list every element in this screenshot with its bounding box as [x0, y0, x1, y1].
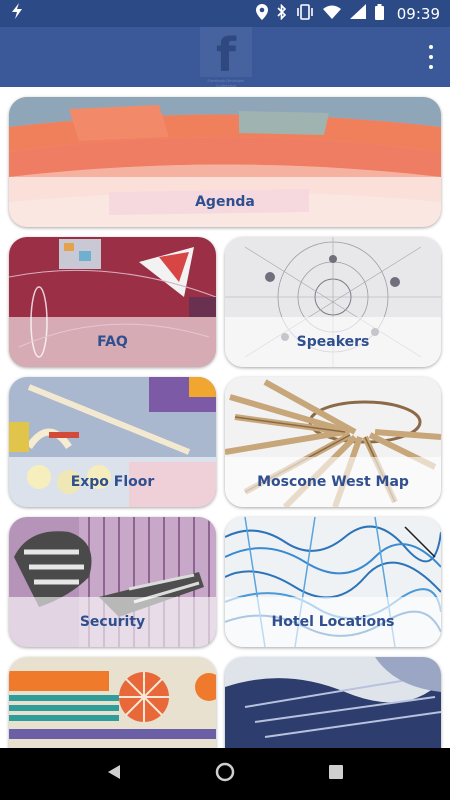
app-bar: f Facebook Developer Conference [0, 27, 450, 88]
tile-label: Agenda [195, 194, 255, 210]
tile-speakers[interactable]: Speakers [225, 237, 441, 367]
tile-hotel-locations[interactable]: Hotel Locations [225, 517, 441, 647]
vibrate-icon [296, 3, 314, 24]
partial-left-artwork [9, 657, 216, 748]
tile-label-band: Hotel Locations [225, 597, 441, 647]
status-bar: 09:39 [0, 0, 450, 27]
recents-icon[interactable] [329, 764, 343, 784]
signal-icon [349, 4, 366, 23]
partial-right-artwork [225, 657, 441, 748]
tile-label-band: Expo Floor [9, 457, 216, 507]
bluetooth-icon [277, 3, 287, 24]
tile-grid: Agenda FAQ Speakers Expo Floor Moscone W… [0, 87, 450, 748]
back-icon[interactable] [107, 764, 121, 785]
tile-label-band: Agenda [9, 177, 441, 227]
tile-agenda[interactable]: Agenda [9, 97, 441, 227]
tile-label: Moscone West Map [257, 474, 409, 490]
facebook-logo-icon: f [200, 27, 252, 82]
tile-partial-right[interactable] [225, 657, 441, 748]
flash-icon [10, 3, 24, 24]
location-icon [255, 3, 268, 24]
tile-moscone-west-map[interactable]: Moscone West Map [225, 377, 441, 507]
tile-label: Expo Floor [70, 474, 155, 490]
tile-label: Hotel Locations [271, 614, 395, 630]
tile-label: Speakers [296, 334, 370, 350]
tile-label-band: Security [9, 597, 216, 647]
battery-icon [374, 3, 384, 24]
overflow-menu-icon[interactable] [426, 45, 436, 69]
tile-label-band: Speakers [225, 317, 441, 367]
tile-label-band: Moscone West Map [225, 457, 441, 507]
wifi-icon [322, 5, 341, 23]
tile-faq[interactable]: FAQ [9, 237, 216, 367]
tile-expo-floor[interactable]: Expo Floor [9, 377, 216, 507]
home-icon[interactable] [215, 762, 235, 787]
clock: 09:39 [396, 4, 440, 23]
system-nav-bar [0, 748, 450, 800]
tile-partial-left[interactable] [9, 657, 216, 748]
tile-label-band: FAQ [9, 317, 216, 367]
tile-label: FAQ [97, 334, 128, 350]
tile-label: Security [79, 614, 146, 630]
tile-security[interactable]: Security [9, 517, 216, 647]
